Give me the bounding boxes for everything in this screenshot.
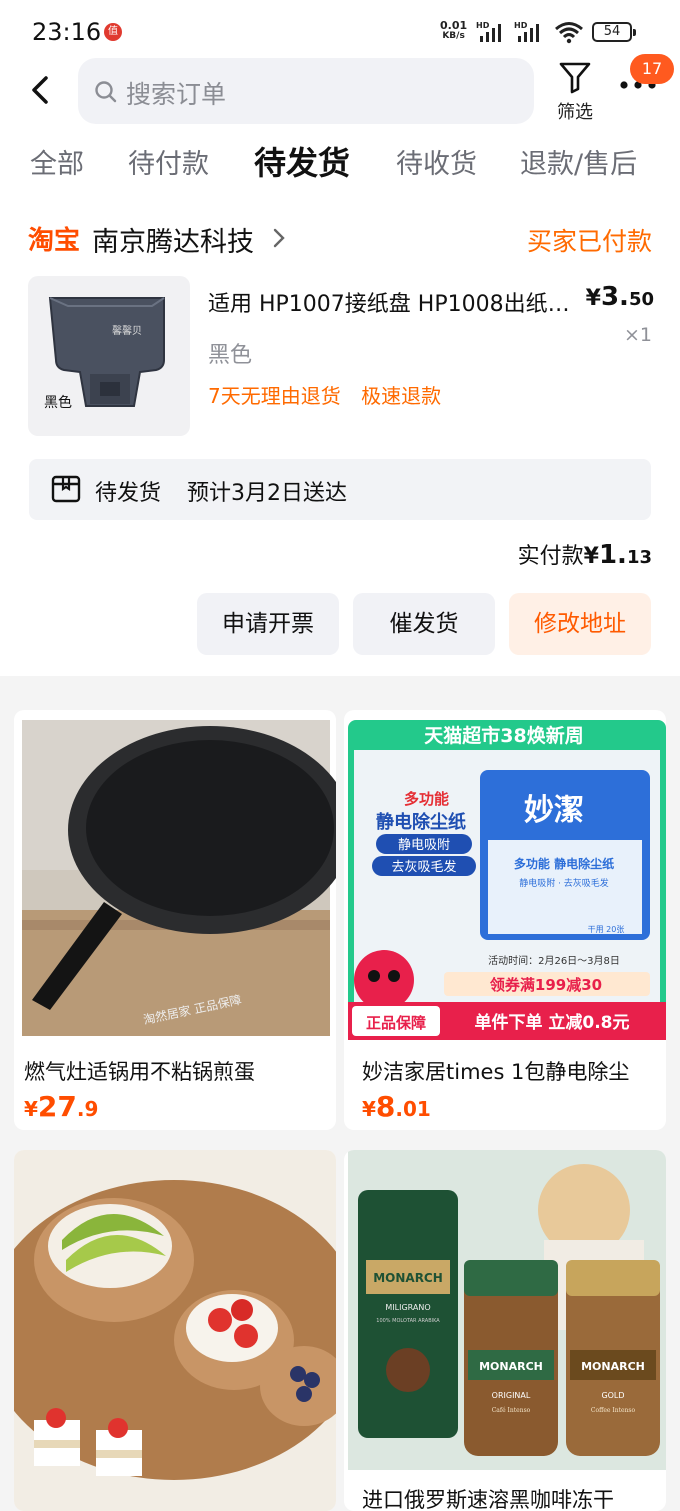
product-price: ¥3.50 <box>586 282 654 312</box>
toast-picture <box>14 1150 336 1511</box>
battery-icon: 54 <box>592 22 636 42</box>
banner-top-text: 天猫超市38焕新周 <box>424 724 583 747</box>
hd1-label: HD <box>476 21 490 30</box>
product-title[interactable]: 适用 HP1007接纸盘 HP1008出纸… <box>208 286 588 318</box>
price-int: 8 <box>375 1090 396 1123</box>
pack-count: 干用 20张 <box>588 925 625 934</box>
net-speed-value: 0.01 <box>440 19 468 32</box>
coffee-sub-1: 100% MOLOTAR ARABIKA <box>376 1318 440 1324</box>
coffee-brand-2: MONARCH <box>479 1360 543 1373</box>
net-speed-unit: KB/s <box>442 31 465 41</box>
feature-tag-1: 静电吸附 <box>398 838 450 853</box>
tab-pending-receipt[interactable]: 待收货 <box>396 142 477 181</box>
filter-icon <box>559 62 591 94</box>
product-price: ¥27.9 <box>24 1090 98 1123</box>
tab-pending-payment[interactable]: 待付款 <box>128 142 209 181</box>
back-arrow-icon[interactable] <box>22 70 62 110</box>
price-dec: .9 <box>76 1097 99 1121</box>
product-price-dec: 50 <box>628 289 654 310</box>
request-invoice-button[interactable]: 申请开票 <box>197 593 339 655</box>
paper-tray-picture <box>48 297 165 407</box>
notification-icon: 值 <box>104 23 122 41</box>
paid-symbol: ¥ <box>583 544 599 569</box>
coffee-brand-1: MONARCH <box>373 1271 443 1285</box>
search-icon <box>95 81 117 103</box>
tag-7day-return: 7天无理由退货 <box>208 384 341 408</box>
image-color-label: 黑色 <box>44 395 72 411</box>
dust-paper-picture: 天猫超市38焕新周 多功能 静电除尘纸 静电吸附 去灰吸毛发 妙潔 多功能 静电… <box>348 720 666 1040</box>
coffee-variant-2: ORIGINAL <box>492 1391 531 1400</box>
order-status: 买家已付款 <box>526 227 652 256</box>
modify-address-button[interactable]: 修改地址 <box>509 593 651 655</box>
recommendation-card-coffee[interactable]: MONARCH MILIGRANO 100% MOLOTAR ARABIKA M… <box>344 1150 666 1511</box>
product-image[interactable]: 馨馨贝 黑色 <box>28 276 190 436</box>
status-bar: 23:16 值 0.01 KB/s HD HD 54 <box>0 0 680 64</box>
tab-all[interactable]: 全部 <box>30 142 84 181</box>
recommendation-card-pan[interactable]: 淘然居家 正品保障 燃气灶适锅用不粘锅煎蛋 ¥27.9 <box>14 710 336 1130</box>
shop-name[interactable]: 南京腾达科技 <box>92 220 254 259</box>
feature-main: 静电除尘纸 <box>376 811 466 833</box>
search-placeholder: 搜索订单 <box>126 80 227 109</box>
service-tags: 7天无理由退货 极速退款 <box>208 380 455 409</box>
paid-int: 1. <box>598 540 627 570</box>
paid-dec: 13 <box>626 547 652 568</box>
feature-tag-2: 去灰吸毛发 <box>391 859 456 875</box>
tab-pending-shipment[interactable]: 待发货 <box>254 138 350 184</box>
price-symbol: ¥ <box>362 1097 376 1121</box>
tag-fast-refund: 极速退款 <box>361 384 442 408</box>
taobao-logo: 淘宝 <box>28 226 81 256</box>
brand-name: 妙潔 <box>524 793 584 828</box>
price-int: 27 <box>37 1090 77 1123</box>
pack-text: 多功能 静电除尘纸 <box>514 856 614 871</box>
price-symbol: ¥ <box>24 1097 38 1121</box>
wifi-icon <box>555 22 583 44</box>
package-box-icon <box>51 475 81 503</box>
network-speed: 0.01 KB/s <box>440 20 467 42</box>
hd2-label: HD <box>514 21 528 30</box>
product-spec: 黑色 <box>208 343 253 368</box>
tab-refund[interactable]: 退款/售后 <box>520 142 637 181</box>
message-count-badge: 17 <box>630 54 674 84</box>
product-quantity: ×1 <box>623 324 652 346</box>
signal-icon: HD <box>476 21 501 42</box>
coffee-variant-3: GOLD <box>601 1391 624 1400</box>
recommendation-card-dust-paper[interactable]: 天猫超市38焕新周 多功能 静电除尘纸 静电吸附 去灰吸毛发 妙潔 多功能 静电… <box>344 710 666 1130</box>
product-title: 燃气灶适锅用不粘锅煎蛋 <box>24 1060 255 1084</box>
shipping-info[interactable]: 待发货 预计3月2日送达 <box>29 459 651 520</box>
image-brand-label: 馨馨贝 <box>112 326 142 337</box>
shipping-eta: 预计3月2日送达 <box>187 481 347 506</box>
frying-pan-picture: 淘然居家 正品保障 <box>22 720 336 1036</box>
coffee-picture: MONARCH MILIGRANO 100% MOLOTAR ARABIKA M… <box>348 1150 666 1470</box>
product-price-int: 3. <box>600 282 629 312</box>
badge-genuine: 正品保障 <box>366 1014 426 1032</box>
signal-icon-2: HD <box>514 21 539 42</box>
bottom-promo: 单件下单 立减0.8元 <box>474 1012 629 1033</box>
header: 搜索订单 筛选 17 <box>0 54 680 126</box>
product-price: ¥8.01 <box>362 1090 431 1123</box>
coffee-brand-3: MONARCH <box>581 1360 645 1373</box>
coffee-sub-3: Coffee Intenso <box>591 1407 636 1414</box>
shop-row[interactable]: 淘宝 南京腾达科技 买家已付款 <box>28 218 652 258</box>
product-title: 妙洁家居times 1包静电除尘 <box>362 1060 630 1084</box>
chevron-right-icon <box>273 228 285 248</box>
shipping-status: 待发货 <box>95 481 162 506</box>
filter-label: 筛选 <box>557 102 593 123</box>
search-bar[interactable]: 搜索订单 <box>78 58 534 124</box>
order-tabs: 全部 待付款 待发货 待收货 退款/售后 <box>0 142 680 192</box>
coupon-text: 领券满199减30 <box>489 976 602 994</box>
promo-date: 活动时间：2月26日～3月8日 <box>488 954 620 967</box>
price-dec: .01 <box>395 1097 431 1121</box>
product-title: 进口俄罗斯速溶黑咖啡冻干 <box>362 1488 614 1511</box>
recommendation-card-bread[interactable] <box>14 1150 336 1511</box>
paid-label: 实付款 <box>517 544 584 569</box>
product-price-symbol: ¥ <box>585 286 601 311</box>
clock: 23:16 <box>32 18 102 46</box>
filter-button[interactable]: 筛选 <box>550 58 600 124</box>
coffee-sub-2: Café Intenso <box>492 1407 531 1414</box>
pack-subtext: 静电吸附 · 去灰吸毛发 <box>519 877 609 889</box>
urge-shipment-button[interactable]: 催发货 <box>353 593 495 655</box>
paid-amount: 实付款¥1.13 <box>518 538 652 570</box>
feature-title: 多功能 <box>404 790 449 808</box>
coffee-variant-1: MILIGRANO <box>385 1303 430 1312</box>
